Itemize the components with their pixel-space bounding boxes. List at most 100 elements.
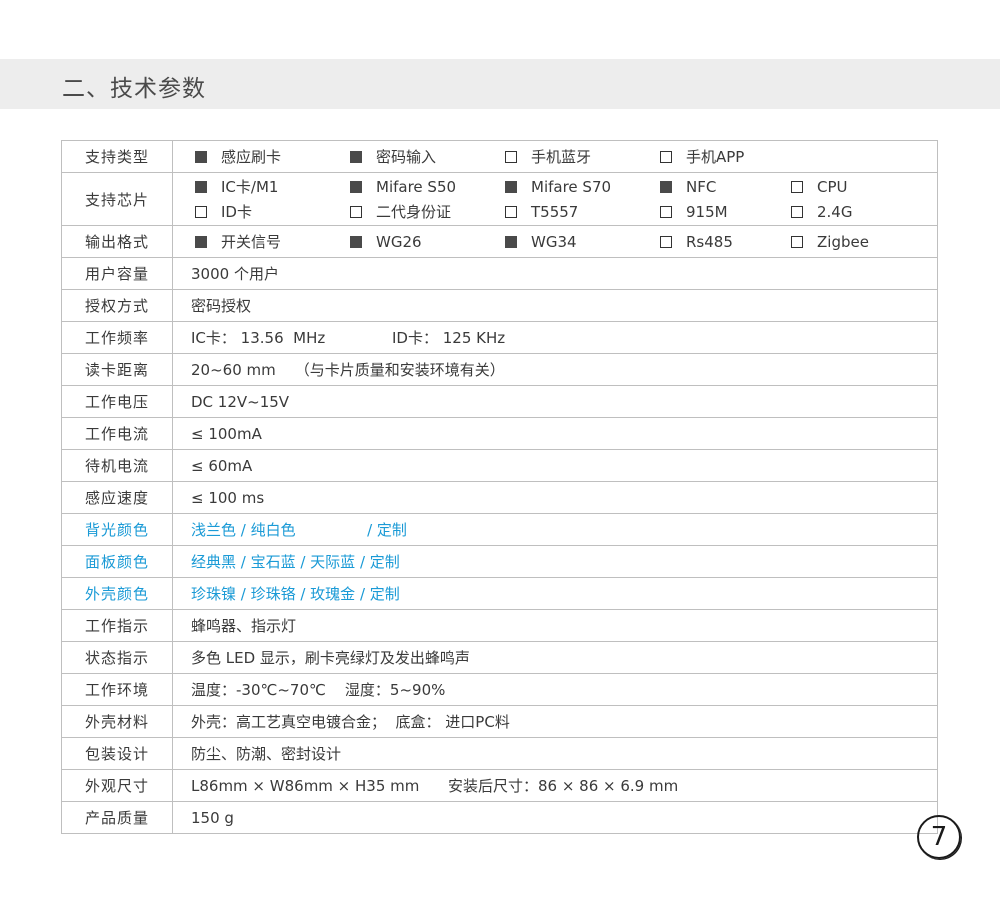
option-list: 感应刷卡 密码输入 手机蓝牙 手机APP	[191, 146, 937, 167]
row-value: 经典黑 / 宝石蓝 / 天际蓝 / 定制	[172, 545, 938, 578]
row-label: 工作电压	[61, 385, 173, 418]
checked-box-icon	[350, 180, 362, 193]
checked-box-icon	[195, 235, 207, 248]
checkbox-option: 915M	[656, 201, 787, 222]
row-label: 工作频率	[61, 321, 173, 354]
option-list: 开关信号 WG26 WG34 Rs485 Zigbee	[191, 231, 937, 252]
row-label: 状态指示	[61, 641, 173, 674]
option-label: T5557	[531, 202, 579, 221]
option-label: Zigbee	[817, 232, 869, 251]
checked-box-icon	[660, 180, 672, 193]
row-label: 支持芯片	[61, 172, 173, 226]
row-label: 输出格式	[61, 225, 173, 258]
checkbox-option: ID卡	[191, 201, 346, 222]
unchecked-box-icon	[195, 205, 207, 218]
checked-box-icon	[195, 180, 207, 193]
table-row: 用户容量 3000 个用户	[61, 257, 938, 290]
checkbox-option: 手机APP	[656, 146, 787, 167]
checked-box-icon	[350, 150, 362, 163]
unchecked-box-icon	[505, 150, 517, 163]
table-row: 外壳材料 外壳：高工艺真空电镀合金； 底盒： 进口PC料	[61, 705, 938, 738]
row-value: 防尘、防潮、密封设计	[172, 737, 938, 770]
unchecked-box-icon	[660, 150, 672, 163]
option-label: WG34	[531, 232, 577, 251]
option-label: IC卡/M1	[221, 178, 279, 196]
row-value: 20~60 mm （与卡片质量和安装环境有关）	[172, 353, 938, 386]
checkbox-option: Zigbee	[787, 231, 907, 252]
row-label: 背光颜色	[61, 513, 173, 546]
checkbox-option: 2.4G	[787, 201, 907, 222]
checkbox-option: 密码输入	[346, 146, 501, 167]
unchecked-box-icon	[660, 205, 672, 218]
row-value: DC 12V~15V	[172, 385, 938, 418]
table-row: 工作电流 ≤ 100mA	[61, 417, 938, 450]
checkbox-option: CPU	[787, 176, 907, 197]
checkbox-option: IC卡/M1	[191, 176, 346, 197]
checkbox-option: Rs485	[656, 231, 787, 252]
row-label: 感应速度	[61, 481, 173, 514]
checkbox-option: T5557	[501, 201, 656, 222]
row-value: 150 g	[172, 801, 938, 834]
row-label: 工作环境	[61, 673, 173, 706]
table-row: 读卡距离 20~60 mm （与卡片质量和安装环境有关）	[61, 353, 938, 386]
row-label: 用户容量	[61, 257, 173, 290]
checkbox-option: Mifare S70	[501, 176, 656, 197]
unchecked-box-icon	[791, 180, 803, 193]
row-value: 外壳：高工艺真空电镀合金； 底盒： 进口PC料	[172, 705, 938, 738]
option-list: IC卡/M1 Mifare S50 Mifare S70 NFC CPU ID卡 二代身份证…	[191, 176, 937, 222]
option-label: Rs485	[686, 232, 733, 251]
table-row: 工作电压 DC 12V~15V	[61, 385, 938, 418]
checked-box-icon	[350, 235, 362, 248]
row-value: 开关信号 WG26 WG34 Rs485 Zigbee	[172, 225, 938, 258]
row-label: 支持类型	[61, 140, 173, 173]
row-value: 密码授权	[172, 289, 938, 322]
page-number-badge: 7	[917, 815, 961, 859]
unchecked-box-icon	[505, 205, 517, 218]
row-value: IC卡： 13.56 MHz ID卡： 125 KHz	[172, 321, 938, 354]
option-label: 手机蓝牙	[531, 148, 592, 166]
row-value: 浅兰色 / 纯白色 / 定制	[172, 513, 938, 546]
table-row: 工作指示 蜂鸣器、指示灯	[61, 609, 938, 642]
option-label: Mifare S50	[376, 177, 457, 196]
checkbox-option: 开关信号	[191, 231, 346, 252]
option-label: 感应刷卡	[221, 148, 282, 166]
checked-box-icon	[505, 180, 517, 193]
table-row: 外观尺寸 L86mm × W86mm × H35 mm 安装后尺寸：86 × 8…	[61, 769, 938, 802]
table-row: 待机电流 ≤ 60mA	[61, 449, 938, 482]
option-label: 915M	[686, 202, 728, 221]
section-title: 二、技术参数	[62, 76, 206, 102]
option-label: 密码输入	[376, 148, 437, 166]
unchecked-box-icon	[791, 235, 803, 248]
unchecked-box-icon	[791, 205, 803, 218]
table-row: 支持类型 感应刷卡 密码输入 手机蓝牙 手机APP	[61, 140, 938, 173]
checkbox-option: 二代身份证	[346, 201, 501, 222]
row-label: 授权方式	[61, 289, 173, 322]
table-row: 状态指示 多色 LED 显示，刷卡亮绿灯及发出蜂鸣声	[61, 641, 938, 674]
row-label: 产品质量	[61, 801, 173, 834]
row-value: ≤ 100 ms	[172, 481, 938, 514]
row-value: L86mm × W86mm × H35 mm 安装后尺寸：86 × 86 × 6…	[172, 769, 938, 802]
unchecked-box-icon	[350, 205, 362, 218]
row-label: 读卡距离	[61, 353, 173, 386]
option-label: ID卡	[221, 203, 252, 221]
checkbox-option: 感应刷卡	[191, 146, 346, 167]
row-label: 外壳颜色	[61, 577, 173, 610]
row-value: IC卡/M1 Mifare S50 Mifare S70 NFC CPU ID卡 二代身份证…	[172, 172, 938, 226]
row-value: 3000 个用户	[172, 257, 938, 290]
table-row: 产品质量 150 g	[61, 801, 938, 834]
spec-table: 支持类型 感应刷卡 密码输入 手机蓝牙 手机APP 支持芯片 IC卡/M1 Mifare…	[61, 140, 938, 834]
row-label: 包装设计	[61, 737, 173, 770]
row-label: 面板颜色	[61, 545, 173, 578]
table-row: 输出格式 开关信号 WG26 WG34 Rs485 Zigbee	[61, 225, 938, 258]
unchecked-box-icon	[660, 235, 672, 248]
row-label: 外壳材料	[61, 705, 173, 738]
table-row: 支持芯片 IC卡/M1 Mifare S50 Mifare S70 NFC CPU ID卡…	[61, 172, 938, 226]
checkbox-option: Mifare S50	[346, 176, 501, 197]
option-label: 二代身份证	[376, 203, 452, 221]
section-header: 二、技术参数	[0, 59, 1000, 109]
row-value: ≤ 60mA	[172, 449, 938, 482]
table-row: 包装设计 防尘、防潮、密封设计	[61, 737, 938, 770]
row-label: 待机电流	[61, 449, 173, 482]
row-value: 蜂鸣器、指示灯	[172, 609, 938, 642]
row-label: 工作指示	[61, 609, 173, 642]
